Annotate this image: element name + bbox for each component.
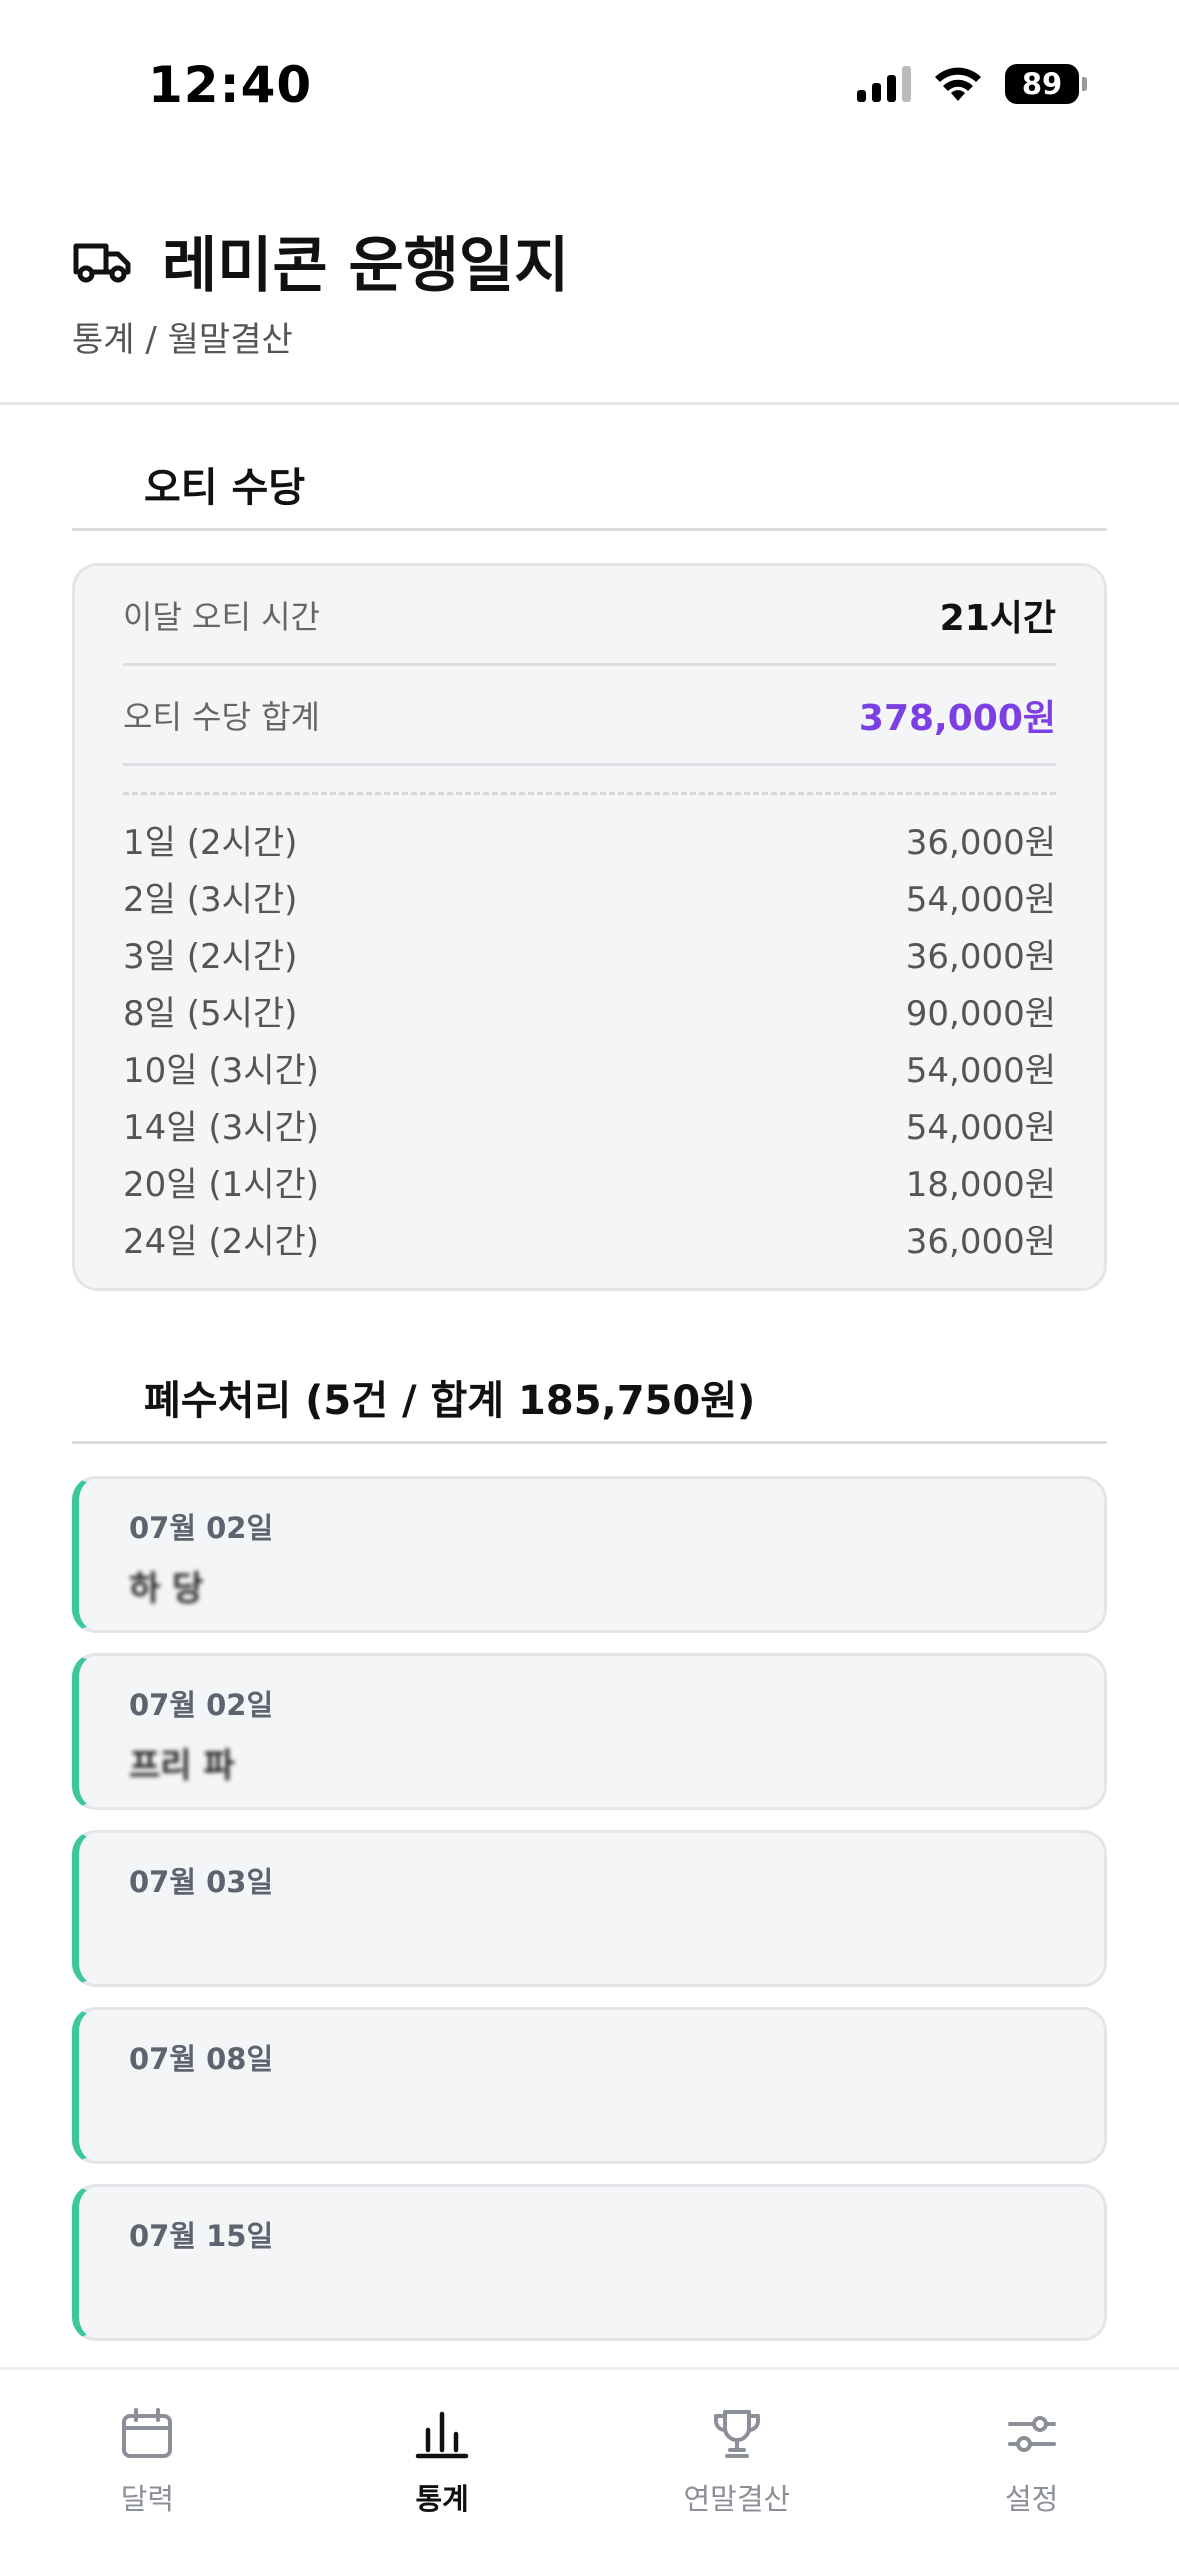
tab-statistics[interactable]: 통계	[295, 2370, 590, 2556]
trophy-icon	[709, 2404, 765, 2464]
overtime-hours-row: 이달 오티 시간 21시간	[123, 566, 1056, 666]
overtime-amount: 54,000원	[905, 880, 1056, 920]
waste-entry-date: 07월 02일	[129, 1688, 274, 1722]
overtime-amount: 54,000원	[905, 1108, 1056, 1148]
status-bar: 12:40 89	[0, 0, 1179, 150]
overtime-hours-value: 21시간	[939, 597, 1056, 639]
cellular-signal-icon	[857, 66, 911, 102]
title-row: 레미콘 운행일지	[72, 220, 1107, 301]
bar-chart-icon	[414, 2404, 470, 2464]
wifi-icon	[935, 67, 981, 101]
overtime-amount: 36,000원	[905, 937, 1056, 977]
breadcrumb: 통계 / 월말결산	[72, 320, 293, 360]
waste-entry-card[interactable]: 07월 08일	[72, 2007, 1107, 2164]
overtime-amount: 36,000원	[905, 1222, 1056, 1262]
overtime-day: 3일 (2시간)	[123, 937, 298, 977]
list-item: 10일 (3시간) 54,000원	[123, 1039, 1056, 1096]
bottom-nav: 달력 통계 연말결산 설정	[0, 2367, 1179, 2556]
waste-entry-card[interactable]: 07월 03일	[72, 1830, 1107, 1987]
waste-entry-card[interactable]: 07월 02일 프리 파	[72, 1653, 1107, 1810]
status-icons: 89	[857, 64, 1087, 104]
calendar-icon	[119, 2404, 175, 2464]
tab-calendar[interactable]: 달력	[0, 2370, 295, 2556]
section-divider	[72, 528, 1107, 531]
tab-year-end[interactable]: 연말결산	[590, 2370, 885, 2556]
list-item: 24일 (2시간) 36,000원	[123, 1210, 1056, 1267]
overtime-summary-card: 이달 오티 시간 21시간 오티 수당 합계 378,000원 1일 (2시간)…	[72, 563, 1107, 1291]
overtime-total-row: 오티 수당 합계 378,000원	[123, 666, 1056, 766]
overtime-total-label: 오티 수당 합계	[123, 697, 320, 736]
waste-entry-date: 07월 03일	[129, 1865, 274, 1899]
overtime-amount: 36,000원	[905, 823, 1056, 863]
overtime-amount: 18,000원	[905, 1165, 1056, 1205]
waste-entry-description: 하 당	[129, 1569, 204, 1609]
overtime-day: 20일 (1시간)	[123, 1165, 320, 1205]
overtime-day: 14일 (3시간)	[123, 1108, 320, 1148]
overtime-amount: 54,000원	[905, 1051, 1056, 1091]
tab-label: 통계	[415, 2482, 469, 2516]
overtime-hours-label: 이달 오티 시간	[123, 597, 320, 636]
page-title: 레미콘 운행일지	[162, 230, 570, 301]
waste-entry-card[interactable]: 07월 02일 하 당	[72, 1476, 1107, 1633]
list-item: 8일 (5시간) 90,000원	[123, 982, 1056, 1039]
section-divider	[72, 1441, 1107, 1444]
tab-settings[interactable]: 설정	[884, 2370, 1179, 2556]
status-time: 12:40	[148, 56, 313, 114]
overtime-day: 2일 (3시간)	[123, 880, 298, 920]
overtime-amount: 90,000원	[905, 994, 1056, 1034]
page-header: 레미콘 운행일지 통계 / 월말결산	[72, 220, 1107, 361]
waste-entry-description: 프리 파	[129, 1746, 235, 1786]
truck-icon	[73, 243, 131, 283]
overtime-day: 10일 (3시간)	[123, 1051, 320, 1091]
sliders-icon	[1004, 2404, 1060, 2464]
list-item: 14일 (3시간) 54,000원	[123, 1096, 1056, 1153]
list-item: 2일 (3시간) 54,000원	[123, 868, 1056, 925]
overtime-day: 24일 (2시간)	[123, 1222, 320, 1262]
overtime-day: 8일 (5시간)	[123, 994, 298, 1034]
overtime-total-value: 378,000원	[858, 697, 1056, 739]
list-item: 1일 (2시간) 36,000원	[123, 811, 1056, 868]
header-divider	[0, 402, 1179, 405]
tab-label: 달력	[120, 2482, 175, 2516]
waste-entry-card[interactable]: 07월 15일	[72, 2184, 1107, 2341]
battery-icon: 89	[1005, 64, 1087, 104]
tab-label: 설정	[1004, 2482, 1059, 2516]
waste-entry-date: 07월 08일	[129, 2042, 274, 2076]
overtime-day: 1일 (2시간)	[123, 823, 298, 863]
list-item: 3일 (2시간) 36,000원	[123, 925, 1056, 982]
overtime-day-list: 1일 (2시간) 36,000원 2일 (3시간) 54,000원 3일 (2시간)…	[123, 795, 1056, 1267]
waste-entry-date: 07월 15일	[129, 2219, 274, 2253]
waste-entry-date: 07월 02일	[129, 1511, 274, 1545]
waste-section-title: 폐수처리 (5건 / 합계 185,750원)	[144, 1378, 756, 1424]
tab-label: 연말결산	[683, 2482, 791, 2516]
overtime-section-title: 오티 수당	[144, 465, 306, 511]
list-item: 20일 (1시간) 18,000원	[123, 1153, 1056, 1210]
